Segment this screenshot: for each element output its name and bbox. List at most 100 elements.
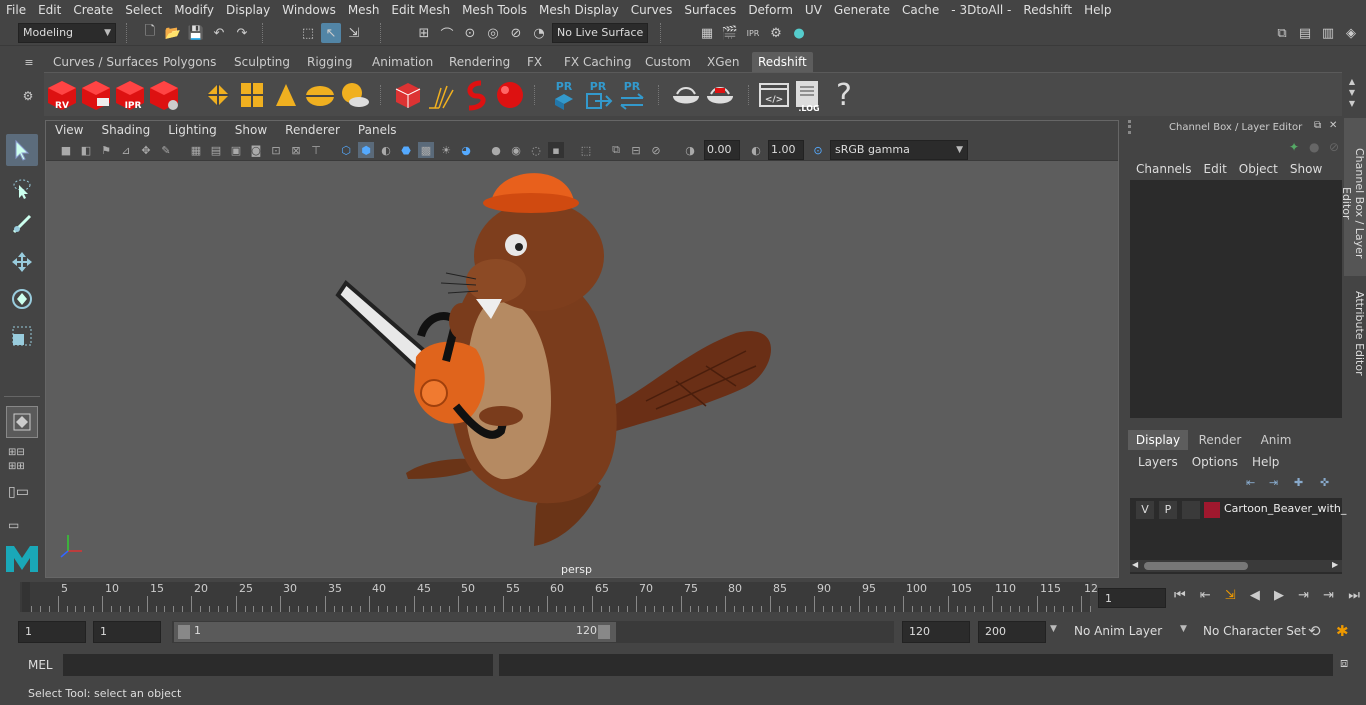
shelf-tab-custom[interactable]: Custom: [639, 52, 697, 72]
wireframe-on-shaded-icon[interactable]: ◐: [378, 142, 394, 158]
chevron-down-icon[interactable]: ▼: [1180, 624, 1187, 634]
xray-icon[interactable]: ⬚: [578, 142, 594, 158]
render-frame-icon[interactable]: 🎬: [720, 23, 740, 43]
redshift-log-icon[interactable]: .LOG: [790, 77, 826, 113]
menu-generate[interactable]: Generate: [828, 3, 896, 17]
new-layer-icon[interactable]: ✚: [1294, 476, 1303, 489]
redshift-area-light-icon[interactable]: [234, 77, 270, 113]
shelf-tab-rigging[interactable]: Rigging: [301, 52, 358, 72]
scroll-right-icon[interactable]: ▶: [1332, 560, 1338, 569]
viewport-menu-show[interactable]: Show: [226, 123, 276, 137]
tab-attribute-editor[interactable]: Attribute Editor: [1344, 282, 1366, 378]
ipr-render-icon[interactable]: IPR: [743, 23, 763, 43]
layout-two-pane-icon[interactable]: ▯▭: [8, 484, 36, 508]
layer-playback-toggle[interactable]: P: [1159, 501, 1177, 519]
colorspace-dropdown[interactable]: sRGB gamma ▼: [830, 140, 968, 160]
redshift-dome-light-icon[interactable]: [302, 77, 338, 113]
shelf-tab-curves-surfaces[interactable]: Curves / Surfaces: [47, 52, 164, 72]
redshift-help-icon[interactable]: ?: [826, 77, 862, 113]
backface-culling-icon[interactable]: ⊘: [648, 142, 664, 158]
time-ruler[interactable]: 1510152025303540455055606570758085909510…: [20, 582, 1098, 612]
viewport-menu-shading[interactable]: Shading: [92, 123, 159, 137]
xray-active-icon[interactable]: ⊟: [628, 142, 644, 158]
viewport-menu-panels[interactable]: Panels: [349, 123, 406, 137]
float-icon[interactable]: ⧉: [1314, 120, 1321, 131]
viewport-scene[interactable]: persp: [46, 161, 1118, 577]
scale-tool-icon[interactable]: [6, 320, 38, 352]
move-tool-icon[interactable]: [6, 246, 38, 278]
redshift-pr-import-icon[interactable]: PR: [580, 77, 616, 113]
toolsettings-icon[interactable]: ▥: [1318, 23, 1338, 43]
menu-surfaces[interactable]: Surfaces: [678, 3, 742, 17]
menu-object[interactable]: Object: [1233, 162, 1284, 180]
redshift-pr-export-icon[interactable]: PR: [546, 77, 582, 113]
paint-select-icon[interactable]: [6, 208, 38, 240]
rotate-tool-icon[interactable]: [6, 283, 38, 315]
screen-space-ao-icon[interactable]: ◕: [458, 142, 474, 158]
channel-list[interactable]: [1130, 180, 1342, 418]
smooth-shade-icon[interactable]: ⬢: [358, 142, 374, 158]
go-to-start-icon[interactable]: ⏮: [1174, 588, 1186, 608]
shelf-tab-fx-caching[interactable]: FX Caching: [558, 52, 637, 72]
depth-of-field-icon[interactable]: ◌: [528, 142, 544, 158]
layer-name[interactable]: Cartoon_Beaver_with_: [1224, 502, 1346, 515]
layout-outliner-icon[interactable]: ▭: [8, 518, 36, 534]
range-start-handle[interactable]: [178, 625, 190, 639]
move-layer-down-icon[interactable]: ⇥: [1269, 476, 1278, 489]
menu-edit[interactable]: Edit: [32, 3, 67, 17]
redshift-sun-icon[interactable]: [336, 77, 372, 113]
move-layer-up-icon[interactable]: ⇤: [1246, 476, 1255, 489]
range-slider[interactable]: 1 120: [172, 621, 894, 643]
grid-icon[interactable]: ▦: [188, 142, 204, 158]
save-scene-icon[interactable]: 💾: [186, 23, 206, 43]
layout-quad-icon[interactable]: ⊞⊟ ⊞⊞: [8, 446, 36, 474]
current-frame-field[interactable]: 1: [1098, 588, 1166, 608]
step-forward-key-icon[interactable]: ⇥: [1298, 588, 1309, 608]
snap-grid-icon[interactable]: ⊞: [414, 23, 434, 43]
menu-options[interactable]: Options: [1186, 455, 1244, 469]
hypershade-icon[interactable]: ●: [789, 23, 809, 43]
shelf-tab-rendering[interactable]: Rendering: [443, 52, 516, 72]
shelf-tab-polygons[interactable]: Polygons: [157, 52, 222, 72]
exposure-icon[interactable]: ◑: [682, 142, 698, 158]
layer-row[interactable]: V P Cartoon_Beaver_with_: [1134, 500, 1346, 520]
exposure-field[interactable]: 0.00: [704, 140, 740, 160]
auto-key-icon[interactable]: ⟲: [1308, 622, 1321, 640]
layer-tab-render[interactable]: Render: [1190, 430, 1250, 450]
snap-curve-icon[interactable]: ⌒: [437, 23, 457, 43]
beaver-model[interactable]: [46, 161, 1118, 577]
menu-deform[interactable]: Deform: [742, 3, 799, 17]
redshift-light-icon[interactable]: [200, 77, 236, 113]
redshift-ipr-button[interactable]: IPR: [112, 77, 148, 113]
channel-lock-icon[interactable]: ⊘: [1329, 140, 1339, 154]
live-surface-field[interactable]: No Live Surface: [552, 23, 648, 43]
cmd-language-label[interactable]: MEL: [28, 658, 53, 672]
menu-display[interactable]: Display: [220, 3, 276, 17]
layer-tab-anim[interactable]: Anim: [1246, 430, 1306, 450]
anim-layer-selector[interactable]: No Anim Layer: [1074, 624, 1162, 638]
menu-show[interactable]: Show: [1284, 162, 1328, 180]
menu-mesh-tools[interactable]: Mesh Tools: [456, 3, 533, 17]
shelf-tab-fx[interactable]: FX: [521, 52, 548, 72]
gamma-icon[interactable]: ◐: [748, 142, 764, 158]
play-forward-icon[interactable]: ▶: [1274, 588, 1284, 608]
shelf-tab-redshift[interactable]: Redshift: [752, 52, 813, 72]
menu-channels[interactable]: Channels: [1130, 162, 1198, 180]
resolution-gate-icon[interactable]: ▣: [228, 142, 244, 158]
channel-key-icon[interactable]: ✦: [1289, 140, 1299, 154]
menu-redshift[interactable]: Redshift: [1017, 3, 1078, 17]
layer-tab-display[interactable]: Display: [1128, 430, 1188, 450]
isolate-select-icon[interactable]: ▪: [548, 142, 564, 158]
channelbox-toggle-icon[interactable]: ◈: [1341, 23, 1361, 43]
scrollbar-thumb[interactable]: [1144, 562, 1248, 570]
last-tool-icon[interactable]: [6, 406, 38, 438]
viewport-menu-renderer[interactable]: Renderer: [276, 123, 349, 137]
gate-mask-icon[interactable]: ◙: [248, 142, 264, 158]
menu-help[interactable]: Help: [1078, 3, 1117, 17]
new-scene-icon[interactable]: 🗋: [140, 23, 160, 43]
field-chart-icon[interactable]: ⊡: [268, 142, 284, 158]
menu-select[interactable]: Select: [119, 3, 168, 17]
two-d-pan-icon[interactable]: ✥: [138, 142, 154, 158]
shelf-settings-icon[interactable]: ⚙: [18, 86, 38, 106]
gamma-field[interactable]: 1.00: [768, 140, 804, 160]
